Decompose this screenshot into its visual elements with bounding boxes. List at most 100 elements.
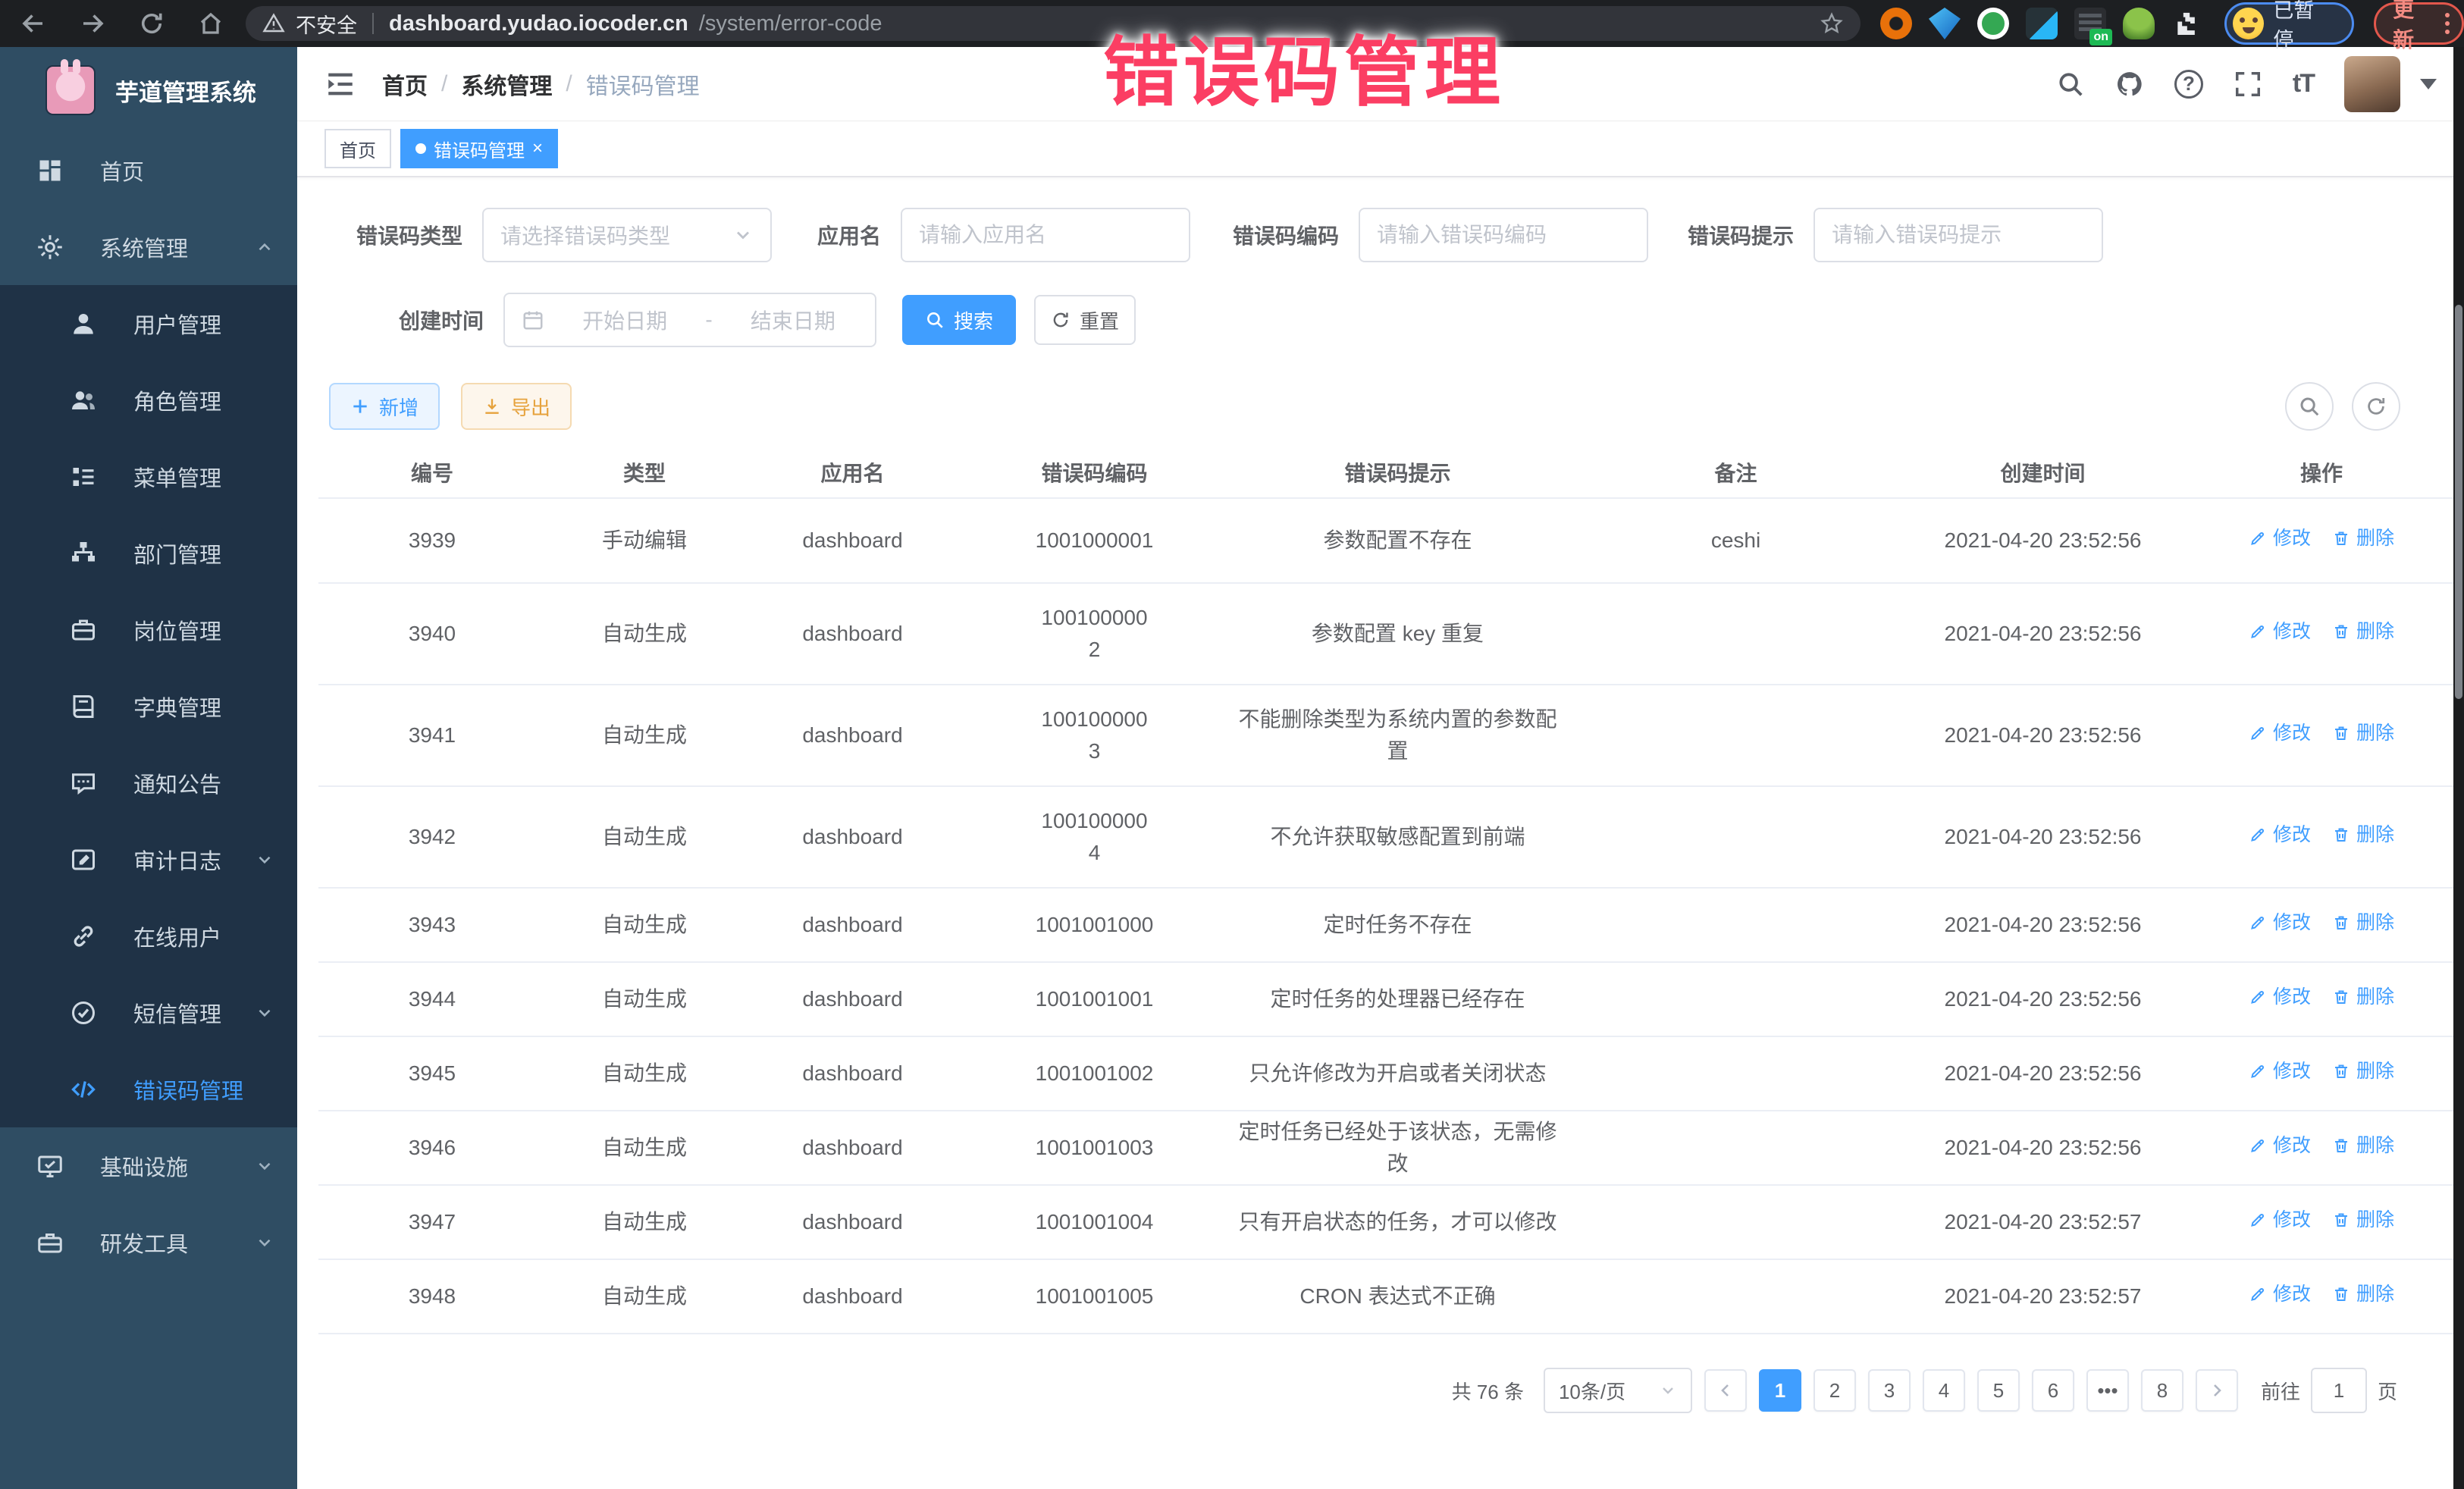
delete-link[interactable]: 删除 (2332, 1281, 2394, 1309)
sidebar-item-7[interactable]: 字典管理 (0, 668, 297, 744)
browser-menu-kebab-icon[interactable] (2445, 13, 2450, 17)
page-scrollbar[interactable] (2453, 47, 2464, 1489)
table-row[interactable]: 3941自动生成dashboard1001000003不能删除类型为系统内置的参… (318, 685, 2460, 787)
table-row[interactable]: 3939手动编辑dashboard1001000001参数配置不存在ceshi2… (318, 499, 2460, 584)
sidebar-item-0[interactable]: 首页 (0, 132, 297, 208)
github-icon[interactable] (2115, 70, 2144, 99)
extension-green-icon[interactable] (1977, 8, 2009, 39)
edit-link[interactable]: 修改 (2249, 1281, 2311, 1309)
bookmark-star-icon[interactable] (1820, 11, 1844, 36)
extension-on-icon[interactable]: on (2074, 8, 2106, 39)
edit-link[interactable]: 修改 (2249, 525, 2311, 553)
user-avatar[interactable] (2344, 56, 2400, 112)
address-bar[interactable]: 不安全 dashboard.yudao.iocoder.cn /system/e… (246, 6, 1861, 41)
edit-link[interactable]: 修改 (2249, 1132, 2311, 1161)
page-button-3[interactable]: 3 (1868, 1369, 1911, 1412)
next-page-button[interactable] (2196, 1369, 2238, 1412)
sidebar-item-8[interactable]: 通知公告 (0, 744, 297, 821)
error-code-input[interactable] (1377, 223, 1630, 247)
error-code-type-select[interactable]: 请选择错误码类型 (482, 208, 772, 262)
browser-update-chip[interactable]: 更新 (2374, 2, 2464, 45)
page-ellipsis-button[interactable]: ••• (2086, 1369, 2129, 1412)
error-hint-input[interactable] (1832, 223, 2085, 247)
delete-link[interactable]: 删除 (2332, 1058, 2394, 1086)
table-row[interactable]: 3940自动生成dashboard1001000002参数配置 key 重复20… (318, 584, 2460, 685)
delete-link[interactable]: 删除 (2332, 719, 2394, 748)
delete-link[interactable]: 删除 (2332, 821, 2394, 850)
sidebar-item-10[interactable]: 在线用户 (0, 898, 297, 974)
table-row[interactable]: 3948自动生成dashboard1001001005CRON 表达式不正确20… (318, 1260, 2460, 1334)
export-button[interactable]: 导出 (461, 383, 572, 430)
page-size-select[interactable]: 10条/页 (1544, 1368, 1692, 1413)
sidebar-item-2[interactable]: 用户管理 (0, 285, 297, 362)
search-button[interactable]: 搜索 (902, 295, 1016, 345)
page-button-2[interactable]: 2 (1814, 1369, 1856, 1412)
sidebar-item-11[interactable]: 短信管理 (0, 974, 297, 1051)
app-name-input[interactable] (919, 223, 1172, 247)
tag-0[interactable]: 首页× (324, 129, 391, 168)
fullscreen-icon[interactable] (2234, 70, 2262, 99)
scrollbar-thumb[interactable] (2455, 305, 2462, 699)
refresh-table-button[interactable] (2352, 382, 2400, 431)
forward-icon[interactable] (79, 10, 106, 37)
extension-key-icon[interactable] (2123, 8, 2155, 39)
extension-orange-icon[interactable] (1880, 8, 1912, 39)
sidebar-item-6[interactable]: 岗位管理 (0, 591, 297, 668)
header-search-icon[interactable] (2056, 70, 2085, 99)
profile-paused-chip[interactable]: 已暂停 (2224, 2, 2354, 45)
delete-link[interactable]: 删除 (2332, 1206, 2394, 1235)
delete-link[interactable]: 删除 (2332, 983, 2394, 1012)
table-row[interactable]: 3942自动生成dashboard1001000004不允许获取敏感配置到前端2… (318, 787, 2460, 889)
delete-link[interactable]: 删除 (2332, 1132, 2394, 1161)
sidebar-item-12[interactable]: 错误码管理 (0, 1051, 297, 1127)
extension-gem-icon[interactable] (1929, 8, 1961, 39)
breadcrumb-item[interactable]: 系统管理 (461, 67, 552, 101)
table-row[interactable]: 3945自动生成dashboard1001001002只允许修改为开启或者关闭状… (318, 1037, 2460, 1111)
delete-link[interactable]: 删除 (2332, 525, 2394, 553)
edit-link[interactable]: 修改 (2249, 618, 2311, 647)
extension-grid-icon[interactable] (2026, 8, 2058, 39)
sidebar-item-1[interactable]: 系统管理 (0, 208, 297, 285)
sidebar-item-9[interactable]: 审计日志 (0, 821, 297, 898)
tag-1[interactable]: 错误码管理× (400, 129, 558, 168)
page-button-5[interactable]: 5 (1977, 1369, 2020, 1412)
goto-page-input[interactable] (2311, 1368, 2367, 1413)
reset-button[interactable]: 重置 (1034, 295, 1136, 345)
table-row[interactable]: 3944自动生成dashboard1001001001定时任务的处理器已经存在2… (318, 963, 2460, 1037)
browser-home-icon[interactable] (197, 10, 224, 37)
table-row[interactable]: 3943自动生成dashboard1001001000定时任务不存在2021-0… (318, 889, 2460, 963)
back-icon[interactable] (20, 10, 47, 37)
page-button-1[interactable]: 1 (1759, 1369, 1801, 1412)
edit-link[interactable]: 修改 (2249, 983, 2311, 1012)
table-row[interactable]: 3947自动生成dashboard1001001004只有开启状态的任务，才可以… (318, 1186, 2460, 1260)
avatar-caret-icon[interactable] (2420, 79, 2437, 89)
hamburger-icon[interactable] (324, 68, 356, 100)
edit-link[interactable]: 修改 (2249, 821, 2311, 850)
sidebar-logo[interactable]: 芋道管理系统 (0, 47, 297, 132)
edit-link[interactable]: 修改 (2249, 1206, 2311, 1235)
breadcrumb-item[interactable]: 首页 (382, 67, 428, 101)
edit-link[interactable]: 修改 (2249, 1058, 2311, 1086)
toggle-search-button[interactable] (2285, 382, 2334, 431)
reload-icon[interactable] (138, 10, 165, 37)
prev-page-button[interactable] (1704, 1369, 1747, 1412)
font-size-icon[interactable]: tT (2293, 69, 2314, 99)
tag-close-icon[interactable]: × (532, 139, 543, 158)
sidebar-item-14[interactable]: 研发工具 (0, 1204, 297, 1281)
delete-link[interactable]: 删除 (2332, 618, 2394, 647)
sidebar-item-3[interactable]: 角色管理 (0, 362, 297, 438)
delete-link[interactable]: 删除 (2332, 909, 2394, 938)
create-time-range-picker[interactable]: 开始日期 - 结束日期 (503, 293, 876, 347)
help-icon[interactable]: ? (2174, 70, 2203, 99)
sidebar-item-5[interactable]: 部门管理 (0, 515, 297, 591)
sidebar-item-4[interactable]: 菜单管理 (0, 438, 297, 515)
page-button-4[interactable]: 4 (1923, 1369, 1965, 1412)
page-button-8[interactable]: 8 (2141, 1369, 2183, 1412)
edit-link[interactable]: 修改 (2249, 909, 2311, 938)
sidebar-item-13[interactable]: 基础设施 (0, 1127, 297, 1204)
extensions-puzzle-icon[interactable] (2171, 8, 2202, 39)
table-row[interactable]: 3946自动生成dashboard1001001003定时任务已经处于该状态，无… (318, 1111, 2460, 1186)
add-button[interactable]: 新增 (329, 383, 440, 430)
edit-link[interactable]: 修改 (2249, 719, 2311, 748)
page-button-6[interactable]: 6 (2032, 1369, 2074, 1412)
